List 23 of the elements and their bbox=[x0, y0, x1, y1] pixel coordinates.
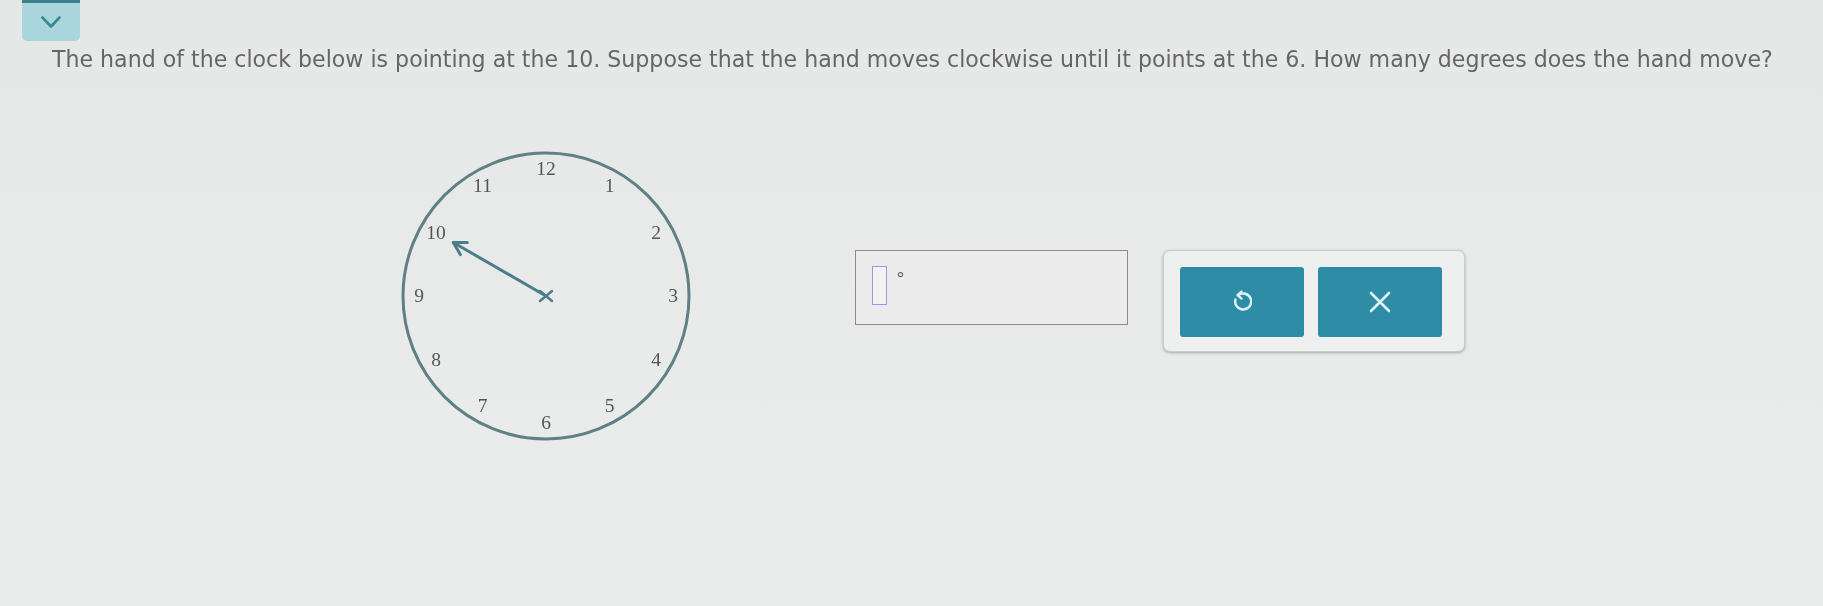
degree-unit: ° bbox=[896, 270, 905, 288]
clock-number: 1 bbox=[604, 175, 615, 196]
clock-number: 10 bbox=[426, 221, 446, 243]
clock-number: 4 bbox=[651, 348, 661, 370]
close-icon bbox=[1369, 291, 1391, 313]
clock-number: 5 bbox=[604, 395, 615, 416]
clock-number: 7 bbox=[477, 395, 488, 416]
chevron-down-icon bbox=[41, 16, 61, 28]
clock-number: 12 bbox=[536, 158, 556, 179]
collapse-button[interactable] bbox=[22, 0, 80, 41]
clock-number: 9 bbox=[414, 285, 424, 306]
clear-button[interactable] bbox=[1318, 267, 1442, 337]
answer-input[interactable] bbox=[872, 266, 887, 305]
question-text: The hand of the clock below is pointing at the 10. Suppose that the hand moves clockwise until it points at the 6. How many degrees does the hand move? bbox=[52, 46, 1773, 72]
center-cross-icon bbox=[538, 289, 554, 303]
clock-number: 8 bbox=[431, 348, 441, 370]
clock-number: 6 bbox=[541, 412, 551, 433]
undo-icon bbox=[1232, 290, 1252, 314]
clock-hand[interactable] bbox=[451, 241, 545, 296]
undo-button[interactable] bbox=[1180, 267, 1304, 337]
clock-number: 11 bbox=[473, 175, 492, 196]
clock-number: 3 bbox=[668, 285, 678, 306]
clock-number: 2 bbox=[651, 221, 661, 243]
